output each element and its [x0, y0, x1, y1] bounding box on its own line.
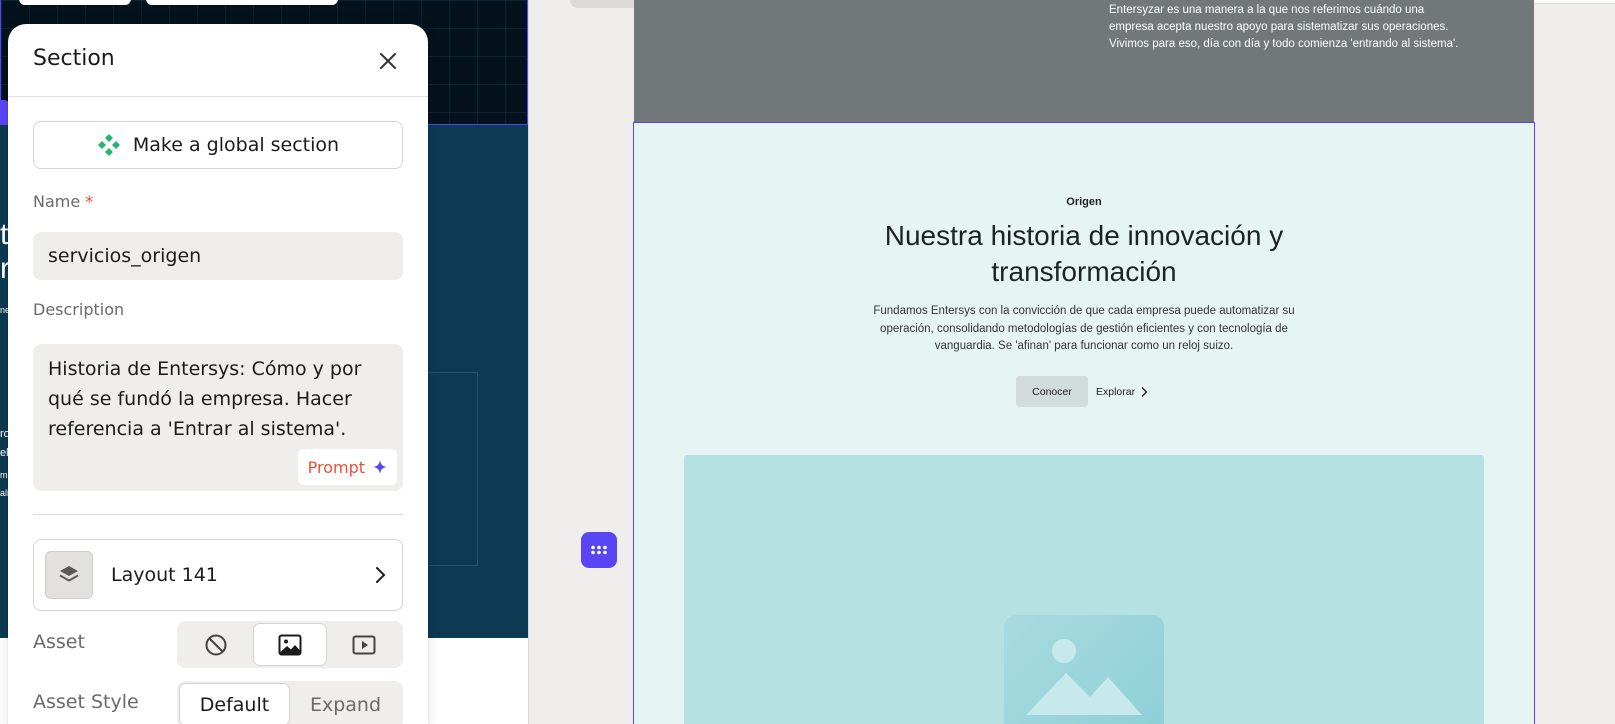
asset-image-option[interactable] [254, 624, 326, 665]
sparkle-icon [373, 460, 387, 474]
asset-style-selector: Default Expand [177, 681, 403, 724]
make-global-section-label: Make a global section [132, 134, 340, 156]
image-icon [278, 634, 302, 655]
image-placeholder-icon [1004, 615, 1164, 724]
layout-name: Layout 141 [111, 564, 218, 586]
section-tagline: Origen [1066, 196, 1102, 208]
description-field-label: Description [33, 300, 125, 319]
preview-selected-section[interactable]: Origen Nuestra historia de innovación y … [633, 122, 1535, 724]
close-button[interactable] [373, 46, 403, 76]
video-icon [352, 635, 376, 654]
panel-divider [33, 514, 403, 515]
asset-label: Asset [33, 631, 85, 653]
description-field: Historia de Entersys: Cómo y por qué se … [33, 344, 403, 491]
chevron-right-icon [1141, 386, 1148, 397]
prompt-button[interactable]: Prompt [297, 449, 397, 485]
asset-style-default-option[interactable]: Default [180, 684, 289, 724]
canvas-pill-right [146, 0, 338, 5]
drag-dots-icon [591, 545, 607, 555]
conocer-button[interactable]: Conocer [1016, 376, 1088, 407]
asset-style-label: Asset Style [33, 691, 139, 713]
close-icon [380, 53, 396, 69]
explorar-button[interactable]: Explorar [1096, 376, 1148, 407]
asset-style-expand-option[interactable]: Expand [291, 684, 400, 724]
chevron-right-icon [376, 567, 386, 583]
name-field-label: Name * [33, 192, 93, 211]
canvas-divider [528, 0, 529, 724]
canvas-text-fragment: m [0, 470, 8, 480]
none-icon [205, 634, 227, 655]
section-drag-handle[interactable] [581, 532, 617, 568]
section-panel: Section Make a global section Name * Des… [8, 24, 428, 724]
section-heading: Nuestra historia de innovación y transfo… [884, 220, 1284, 287]
editor-stage: t r ne ro el m ali Section Make a global… [0, 0, 1615, 724]
asset-video-option[interactable] [328, 624, 400, 665]
panel-header: Section [8, 24, 428, 97]
section-image-placeholder[interactable] [684, 455, 1484, 724]
description-textarea[interactable]: Historia de Entersys: Cómo y por qué se … [48, 354, 388, 449]
name-label-text: Name [33, 192, 81, 211]
panel-title: Section [33, 46, 115, 71]
canvas-pill-left [19, 0, 131, 5]
prompt-label: Prompt [307, 457, 365, 477]
component-icon [97, 134, 120, 156]
name-input[interactable] [33, 232, 403, 280]
layout-selector[interactable]: Layout 141 [33, 539, 403, 611]
previous-section-text: Entersyzar es una manera a la que nos re… [1109, 4, 1459, 50]
make-global-section-button[interactable]: Make a global section [33, 121, 403, 169]
asset-none-option[interactable] [180, 624, 252, 665]
asset-type-selector [177, 621, 403, 668]
explorar-label: Explorar [1096, 385, 1136, 398]
required-mark: * [85, 192, 94, 211]
layers-icon [45, 551, 93, 599]
section-subtext: Fundamos Entersys con la convicción de q… [873, 305, 1295, 352]
